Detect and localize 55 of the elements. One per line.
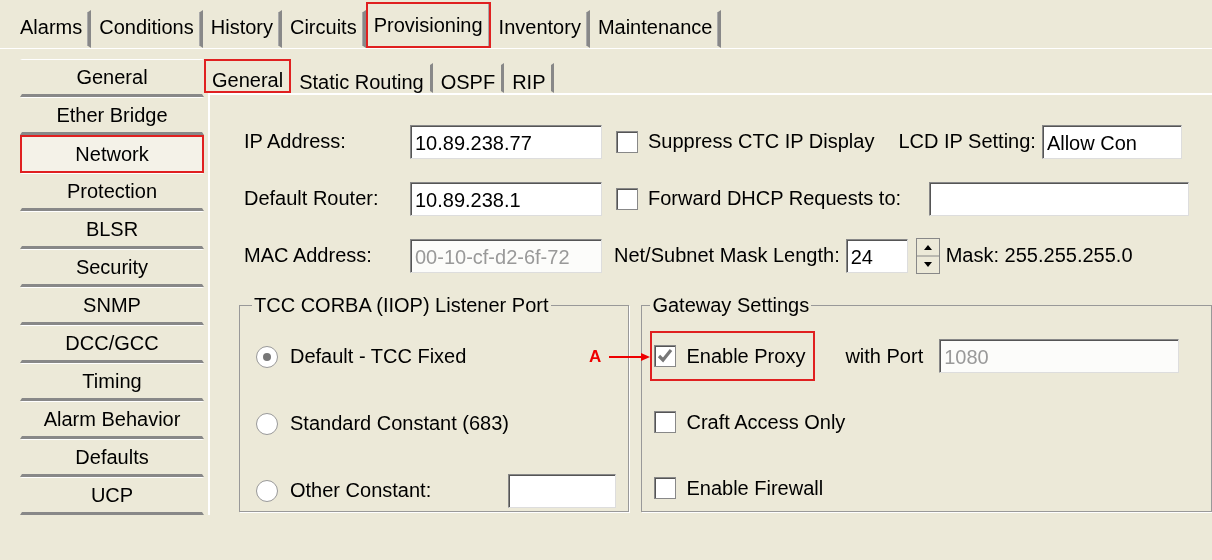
- checkbox[interactable]: [654, 477, 677, 499]
- radio-label: Standard Constant (683): [290, 412, 510, 435]
- group-title: TCC CORBA (IIOP) Listener Port: [253, 294, 550, 317]
- sidebar-item[interactable]: Protection: [20, 173, 204, 211]
- radio-button[interactable]: [256, 479, 278, 502]
- sidebar-item[interactable]: General: [20, 59, 204, 97]
- tab[interactable]: OSPF: [432, 63, 505, 93]
- field-label: Net/Subnet Mask Length:: [614, 244, 840, 267]
- input-field[interactable]: 10.89.238.77: [410, 124, 602, 159]
- sidebar-item[interactable]: SNMP: [20, 287, 204, 325]
- checkbox[interactable]: [654, 411, 677, 433]
- input-field[interactable]: Allow Con: [1041, 124, 1182, 159]
- checkbox[interactable]: [616, 130, 638, 153]
- field-label: MAC Address:: [244, 244, 373, 267]
- tab[interactable]: Provisioning: [365, 2, 491, 48]
- sidebar-item[interactable]: Security: [20, 249, 204, 287]
- tab[interactable]: Inventory: [490, 10, 590, 48]
- checkbox[interactable]: [654, 345, 677, 367]
- radio-button[interactable]: [256, 412, 278, 435]
- input-field[interactable]: 24: [845, 238, 908, 273]
- field-label: LCD IP Setting:: [898, 130, 1036, 153]
- mask-text: Mask: 255.255.255.0: [945, 244, 1133, 267]
- radio-label: Other Constant:: [290, 479, 432, 502]
- field-label: with Port: [845, 344, 924, 368]
- input-field[interactable]: 10.89.238.1: [410, 181, 602, 216]
- field-label: Default Router:: [244, 187, 380, 210]
- sidebar-item[interactable]: DCC/GCC: [20, 325, 204, 363]
- tab[interactable]: Static Routing: [291, 63, 433, 93]
- sidebar-item[interactable]: UCP: [20, 477, 204, 515]
- input-field[interactable]: [508, 473, 617, 508]
- checkbox-label: Enable Proxy: [686, 344, 806, 368]
- checkbox-label: Suppress CTC IP Display: [648, 130, 875, 153]
- annotation-label: A: [589, 347, 602, 367]
- sidebar-item[interactable]: Network: [20, 135, 204, 173]
- sidebar-item[interactable]: Timing: [20, 363, 204, 401]
- tab[interactable]: RIP: [504, 63, 555, 93]
- annotation-arrow: [609, 352, 652, 362]
- sidebar-item[interactable]: BLSR: [20, 211, 204, 249]
- sidebar-item[interactable]: Defaults: [20, 439, 204, 477]
- tab[interactable]: Maintenance: [589, 10, 722, 48]
- checkbox-label: Forward DHCP Requests to:: [648, 187, 902, 210]
- radio-button[interactable]: [256, 345, 278, 368]
- spinner-icon[interactable]: [915, 237, 940, 274]
- checkbox-label: Craft Access Only: [686, 410, 846, 434]
- tab[interactable]: Conditions: [91, 10, 203, 48]
- tab[interactable]: History: [202, 10, 282, 48]
- sidebar-item[interactable]: Alarm Behavior: [20, 401, 204, 439]
- checkbox-label: Enable Firewall: [686, 476, 824, 500]
- field-label: IP Address:: [244, 130, 347, 153]
- group-title: Gateway Settings: [651, 294, 811, 317]
- input-field[interactable]: [929, 181, 1190, 216]
- radio-label: Default - TCC Fixed: [290, 345, 467, 368]
- checkbox[interactable]: [616, 187, 638, 210]
- tab[interactable]: Alarms: [12, 10, 92, 48]
- tab[interactable]: General: [204, 59, 292, 93]
